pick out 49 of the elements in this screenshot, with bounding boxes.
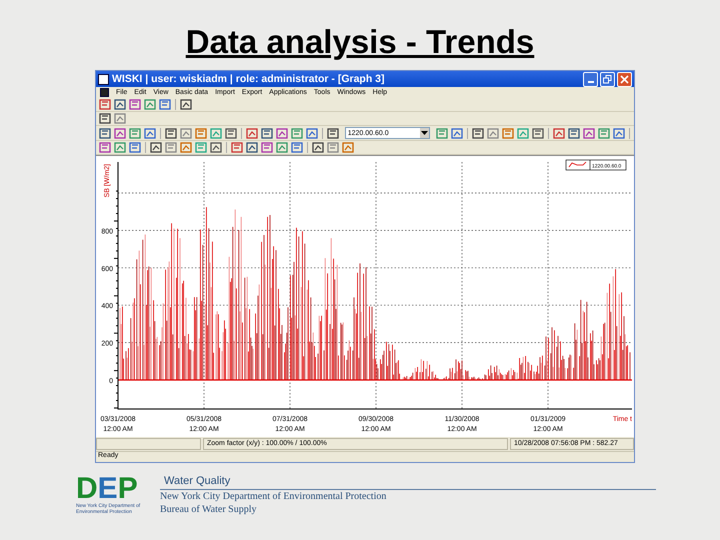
toolbar-icon[interactable]: [114, 128, 126, 139]
toolbar-icon[interactable]: [246, 142, 258, 153]
logo-letter: D: [76, 475, 98, 503]
toolbar-icon[interactable]: [231, 142, 243, 153]
close-button[interactable]: [617, 72, 632, 87]
toolbar-icon[interactable]: [180, 98, 192, 110]
toolbar-icon[interactable]: [261, 142, 273, 153]
restore-icon: [603, 74, 612, 84]
footer-text: New York City Department of Environmental Protection: [160, 490, 388, 503]
toolbar-icon[interactable]: [224, 128, 237, 139]
toolbar-icon[interactable]: [99, 113, 111, 124]
toolbar-icon[interactable]: [613, 128, 626, 139]
toolbar-icon[interactable]: [99, 98, 111, 110]
toolbar-icon[interactable]: [246, 128, 258, 139]
app-icon: [98, 74, 109, 85]
toolbar-icon[interactable]: [326, 128, 339, 139]
toolbar-icon[interactable]: [129, 98, 141, 110]
toolbar-icon[interactable]: [129, 142, 141, 153]
footer-text: Bureau of Water Supply: [160, 503, 258, 516]
minimize-button[interactable]: [583, 72, 598, 87]
logo-letter: P: [118, 475, 138, 503]
toolbar-icon[interactable]: [144, 128, 156, 139]
toolbar-icon[interactable]: [260, 128, 273, 139]
logo-letter: E: [98, 475, 118, 503]
dropdown-arrow-icon: [420, 128, 430, 138]
app-icon: [100, 88, 109, 97]
toolbar-icon[interactable]: [568, 128, 580, 139]
toolbar-icon[interactable]: [532, 128, 544, 139]
minimize-icon: [588, 81, 594, 84]
toolbar-icon[interactable]: [276, 128, 288, 139]
toolbar-icon[interactable]: [150, 142, 162, 153]
toolbar-icon[interactable]: [99, 142, 111, 153]
toolbar-icon[interactable]: [159, 98, 171, 110]
footer-heading: Water Quality: [160, 475, 656, 490]
toolbar-icon[interactable]: [312, 142, 324, 153]
toolbar-icon[interactable]: [291, 142, 303, 153]
toolbar-icon[interactable]: [99, 128, 111, 139]
close-icon: [620, 74, 629, 84]
toolbar-icon[interactable]: [451, 128, 464, 139]
toolbar-icon[interactable]: [210, 142, 222, 153]
toolbar-icon[interactable]: [164, 128, 177, 139]
toolbar-icon[interactable]: [553, 128, 566, 139]
toolbar-icon[interactable]: [583, 128, 596, 139]
restore-button[interactable]: [600, 72, 615, 87]
slide-title: Data analysis - Trends: [186, 22, 534, 62]
toolbar-icon[interactable]: [306, 128, 318, 139]
toolbar-icon[interactable]: [114, 98, 126, 110]
window-title: WISKI | user: wiskiadm | role: administrator - [Graph 3]: [112, 73, 386, 86]
toolbar-icon[interactable]: [472, 128, 484, 139]
